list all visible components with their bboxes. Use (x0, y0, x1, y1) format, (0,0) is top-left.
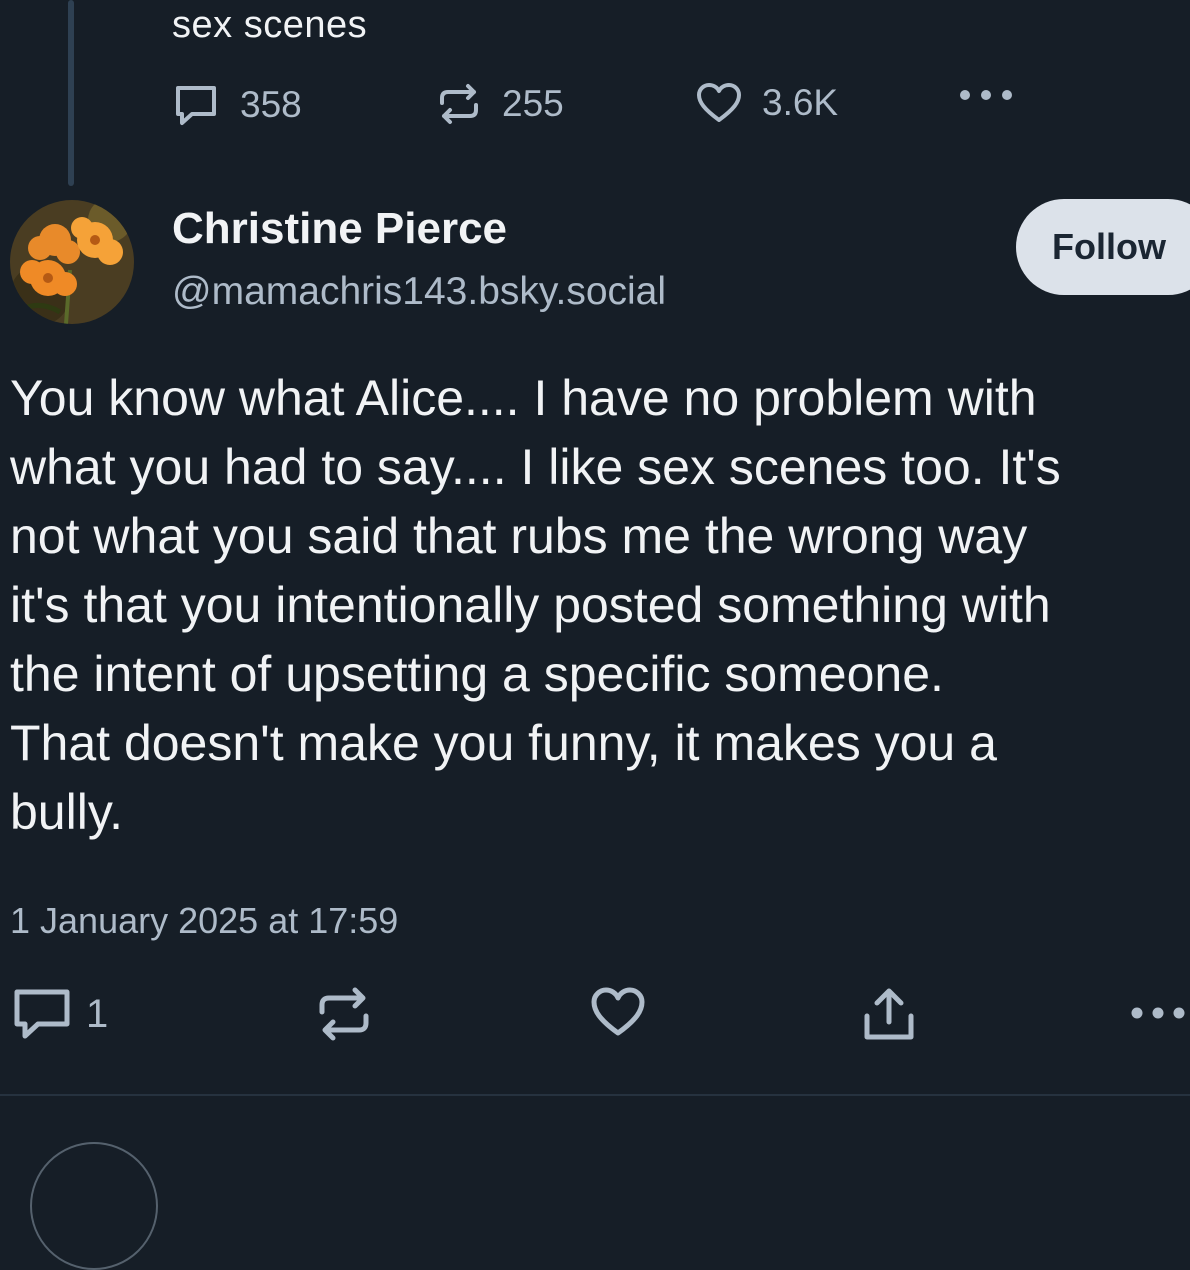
avatar[interactable] (10, 200, 134, 324)
more-icon (1131, 1007, 1185, 1019)
previous-post-text: sex scenes (172, 4, 368, 46)
previous-like-button[interactable]: 3.6K (696, 82, 838, 124)
reply-icon (176, 86, 216, 125)
post-divider (0, 1094, 1190, 1096)
like-button[interactable] (590, 986, 646, 1038)
author-name[interactable]: Christine Pierce (172, 204, 507, 254)
share-icon (864, 988, 914, 1040)
flower-avatar-image (10, 200, 134, 324)
repost-button[interactable] (316, 986, 372, 1042)
thread-line (68, 0, 74, 186)
reply-count: 1 (86, 991, 109, 1036)
previous-reply-count: 358 (240, 84, 302, 125)
more-button[interactable] (1130, 1006, 1186, 1020)
like-icon (591, 987, 645, 1036)
next-post-avatar[interactable] (30, 1142, 158, 1270)
follow-button[interactable]: Follow (1016, 199, 1190, 295)
previous-repost-count: 255 (502, 83, 564, 124)
previous-reply-button[interactable]: 358 (172, 82, 302, 128)
repost-icon (440, 84, 478, 124)
previous-more-button[interactable] (958, 88, 1014, 102)
previous-repost-button[interactable]: 255 (436, 82, 564, 126)
reply-button[interactable]: 1 (12, 986, 108, 1042)
author-handle[interactable]: @mamachris143.bsky.social (172, 270, 666, 314)
repost-icon (319, 987, 369, 1041)
reply-icon (14, 989, 70, 1039)
previous-like-count: 3.6K (762, 82, 839, 123)
post-body-text: You know what Alice.... I have no proble… (10, 370, 1061, 840)
post-timestamp: 1 January 2025 at 17:59 (10, 900, 399, 941)
share-button[interactable] (862, 986, 916, 1042)
more-icon (960, 90, 1012, 100)
post-actions: 1 (0, 986, 1190, 1050)
previous-post-actions: 358 255 3.6K (172, 82, 1072, 130)
like-icon (697, 83, 741, 122)
